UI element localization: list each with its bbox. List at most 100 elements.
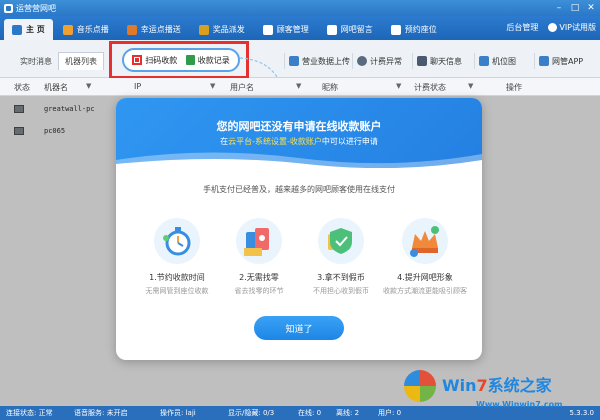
status-voice: 语音服务: 未开启	[74, 409, 128, 417]
modal-title: 您的网吧还没有申请在线收款账户	[216, 120, 382, 133]
music-icon	[62, 24, 73, 35]
close-icon[interactable]: ✕	[584, 1, 598, 14]
tab-label: 奖品派发	[212, 25, 245, 34]
admin-link[interactable]: 后台管理	[506, 22, 538, 33]
collect-records-label: 收款记录	[197, 55, 230, 65]
sort-icon: ▼	[296, 82, 302, 90]
col-ip[interactable]: IP	[134, 82, 141, 91]
tab-reserve[interactable]: 预约座位	[383, 19, 445, 40]
col-nickname[interactable]: 昵称	[322, 82, 338, 93]
seat-map-icon	[479, 56, 489, 66]
lucky-icon	[126, 24, 137, 35]
customer-icon	[262, 24, 273, 35]
tab-label: 预约座位	[404, 25, 437, 34]
col-billing[interactable]: 计费状态	[414, 82, 446, 93]
wm-b: 7	[476, 376, 488, 395]
wm-c: 系统之家	[487, 376, 552, 395]
collect-pill: 扫码收款 收款记录	[122, 48, 240, 72]
upload-data-button[interactable]: 营业数据上传	[284, 53, 354, 69]
sub-suffix: 中可以进行申请	[321, 137, 378, 146]
status-connection: 连接状态: 正常	[6, 409, 53, 417]
tab-label: 顾客管理	[276, 25, 309, 34]
scan-collect-button[interactable]: 扫码收款	[132, 55, 177, 66]
main-nav: 主 页 音乐点播 幸运点播送 奖品派发 顾客管理 网吧留言 预约座位 后台管理 …	[0, 16, 600, 40]
sort-icon: ▼	[210, 82, 216, 90]
tab-messages[interactable]: 网吧留言	[319, 19, 381, 40]
feature-name: 2.无需找零	[239, 273, 279, 282]
status-offline: 离线: 2	[336, 409, 360, 417]
subtab-machines[interactable]: 机器列表	[58, 52, 104, 70]
sort-icon: ▼	[396, 82, 402, 90]
status-operator: 操作员: laji	[160, 409, 196, 417]
collect-records-button[interactable]: 收款记录	[185, 55, 230, 66]
status-online: 在线: 0	[298, 409, 322, 417]
modal-subtitle: 在云平台-系统设置-收款账户中可以进行申请	[116, 136, 482, 147]
feature-save-time: 1.节约收款时间 无需网管到座位收款	[132, 218, 222, 296]
phone-icon	[539, 56, 549, 66]
chat-button[interactable]: 聊天信息	[412, 53, 466, 69]
tab-label: 音乐点播	[76, 25, 109, 34]
tab-label: 幸运点播送	[140, 25, 181, 34]
admin-app-button[interactable]: 网管APP	[534, 53, 587, 69]
wm-a: Win	[442, 376, 477, 395]
feature-desc: 省去找零的环节	[234, 287, 284, 295]
modal-header: 您的网吧还没有申请在线收款账户 在云平台-系统设置-收款账户中可以进行申请	[116, 98, 482, 168]
seat-icon	[390, 24, 401, 35]
sub-highlight: 云平台-系统设置-收款账户	[228, 137, 322, 146]
status-users: 用户: 0	[378, 409, 402, 417]
subtab-realtime[interactable]: 实时消息	[14, 52, 58, 70]
qr-icon	[132, 55, 143, 65]
tab-home[interactable]: 主 页	[4, 19, 53, 40]
billing-error-icon	[357, 56, 367, 66]
ok-button[interactable]: 知道了	[254, 316, 344, 340]
feature-no-change: 2.无需找零 省去找零的环节	[214, 218, 304, 296]
sort-icon: ▼	[86, 82, 92, 90]
seat-map-button[interactable]: 机位图	[474, 53, 520, 69]
windows-logo-icon	[404, 370, 436, 402]
records-icon	[185, 55, 195, 65]
tab-music[interactable]: 音乐点播	[55, 19, 117, 40]
crown-icon	[402, 218, 448, 264]
phone-payment-icon	[236, 218, 282, 264]
window-controls: – □ ✕	[552, 1, 598, 14]
watermark: Win7系统之家 Www.Winwin7.com	[400, 366, 600, 414]
modal-description: 手机支付已经普及，越来越多的网吧顾客使用在线支付	[203, 185, 395, 194]
app-logo-icon	[4, 3, 13, 13]
chat-icon	[417, 56, 427, 66]
vip-icon	[548, 23, 558, 32]
minimize-icon[interactable]: –	[552, 1, 566, 14]
version-label: 5.3.3.0	[569, 409, 595, 417]
maximize-icon[interactable]: □	[568, 1, 582, 14]
feature-desc: 无需网管到座位收款	[145, 287, 209, 295]
billing-error-label: 计费异常	[370, 56, 402, 66]
tab-prize[interactable]: 奖品派发	[191, 19, 253, 40]
billing-error-button[interactable]: 计费异常	[352, 53, 406, 69]
header-wave	[116, 152, 482, 168]
feature-desc: 不用担心收到假币	[313, 287, 369, 295]
col-machine[interactable]: 机器名	[44, 82, 68, 93]
table-header: 状态 机器名 ▼ IP ▼ 用户名 ▼ 昵称 ▼ 计费状态 ▼ 操作	[0, 78, 600, 96]
sort-icon: ▼	[468, 82, 474, 90]
feature-brand-image: 4.提升网吧形象 收款方式潮流更能吸引顾客	[380, 218, 470, 296]
title-bar: 运营营网吧 – □ ✕	[0, 0, 600, 16]
collect-account-modal: 您的网吧还没有申请在线收款账户 在云平台-系统设置-收款账户中可以进行申请 手机…	[116, 98, 482, 360]
col-status[interactable]: 状态	[14, 82, 30, 93]
status-display: 显示/隐藏: 0/3	[228, 409, 275, 417]
feature-name: 1.节约收款时间	[149, 273, 205, 282]
sub-prefix: 在	[220, 137, 229, 146]
nav-right: 后台管理 VIP试用版	[506, 22, 596, 33]
tab-customers[interactable]: 顾客管理	[255, 19, 317, 40]
col-action[interactable]: 操作	[506, 82, 522, 93]
tab-label: 主 页	[26, 25, 45, 34]
feature-name: 4.提升网吧形象	[397, 273, 453, 282]
admin-app-label: 网管APP	[552, 56, 584, 66]
feature-name: 3.拿不到假币	[317, 273, 365, 282]
feature-desc: 收款方式潮流更能吸引顾客	[383, 287, 467, 295]
vip-link[interactable]: VIP试用版	[548, 22, 596, 33]
col-user[interactable]: 用户名	[230, 82, 254, 93]
scan-collect-label: 扫码收款	[145, 55, 178, 65]
chat-label: 聊天信息	[430, 56, 462, 66]
stopwatch-icon	[154, 218, 200, 264]
home-icon	[12, 24, 22, 35]
tab-lucky[interactable]: 幸运点播送	[119, 19, 189, 40]
